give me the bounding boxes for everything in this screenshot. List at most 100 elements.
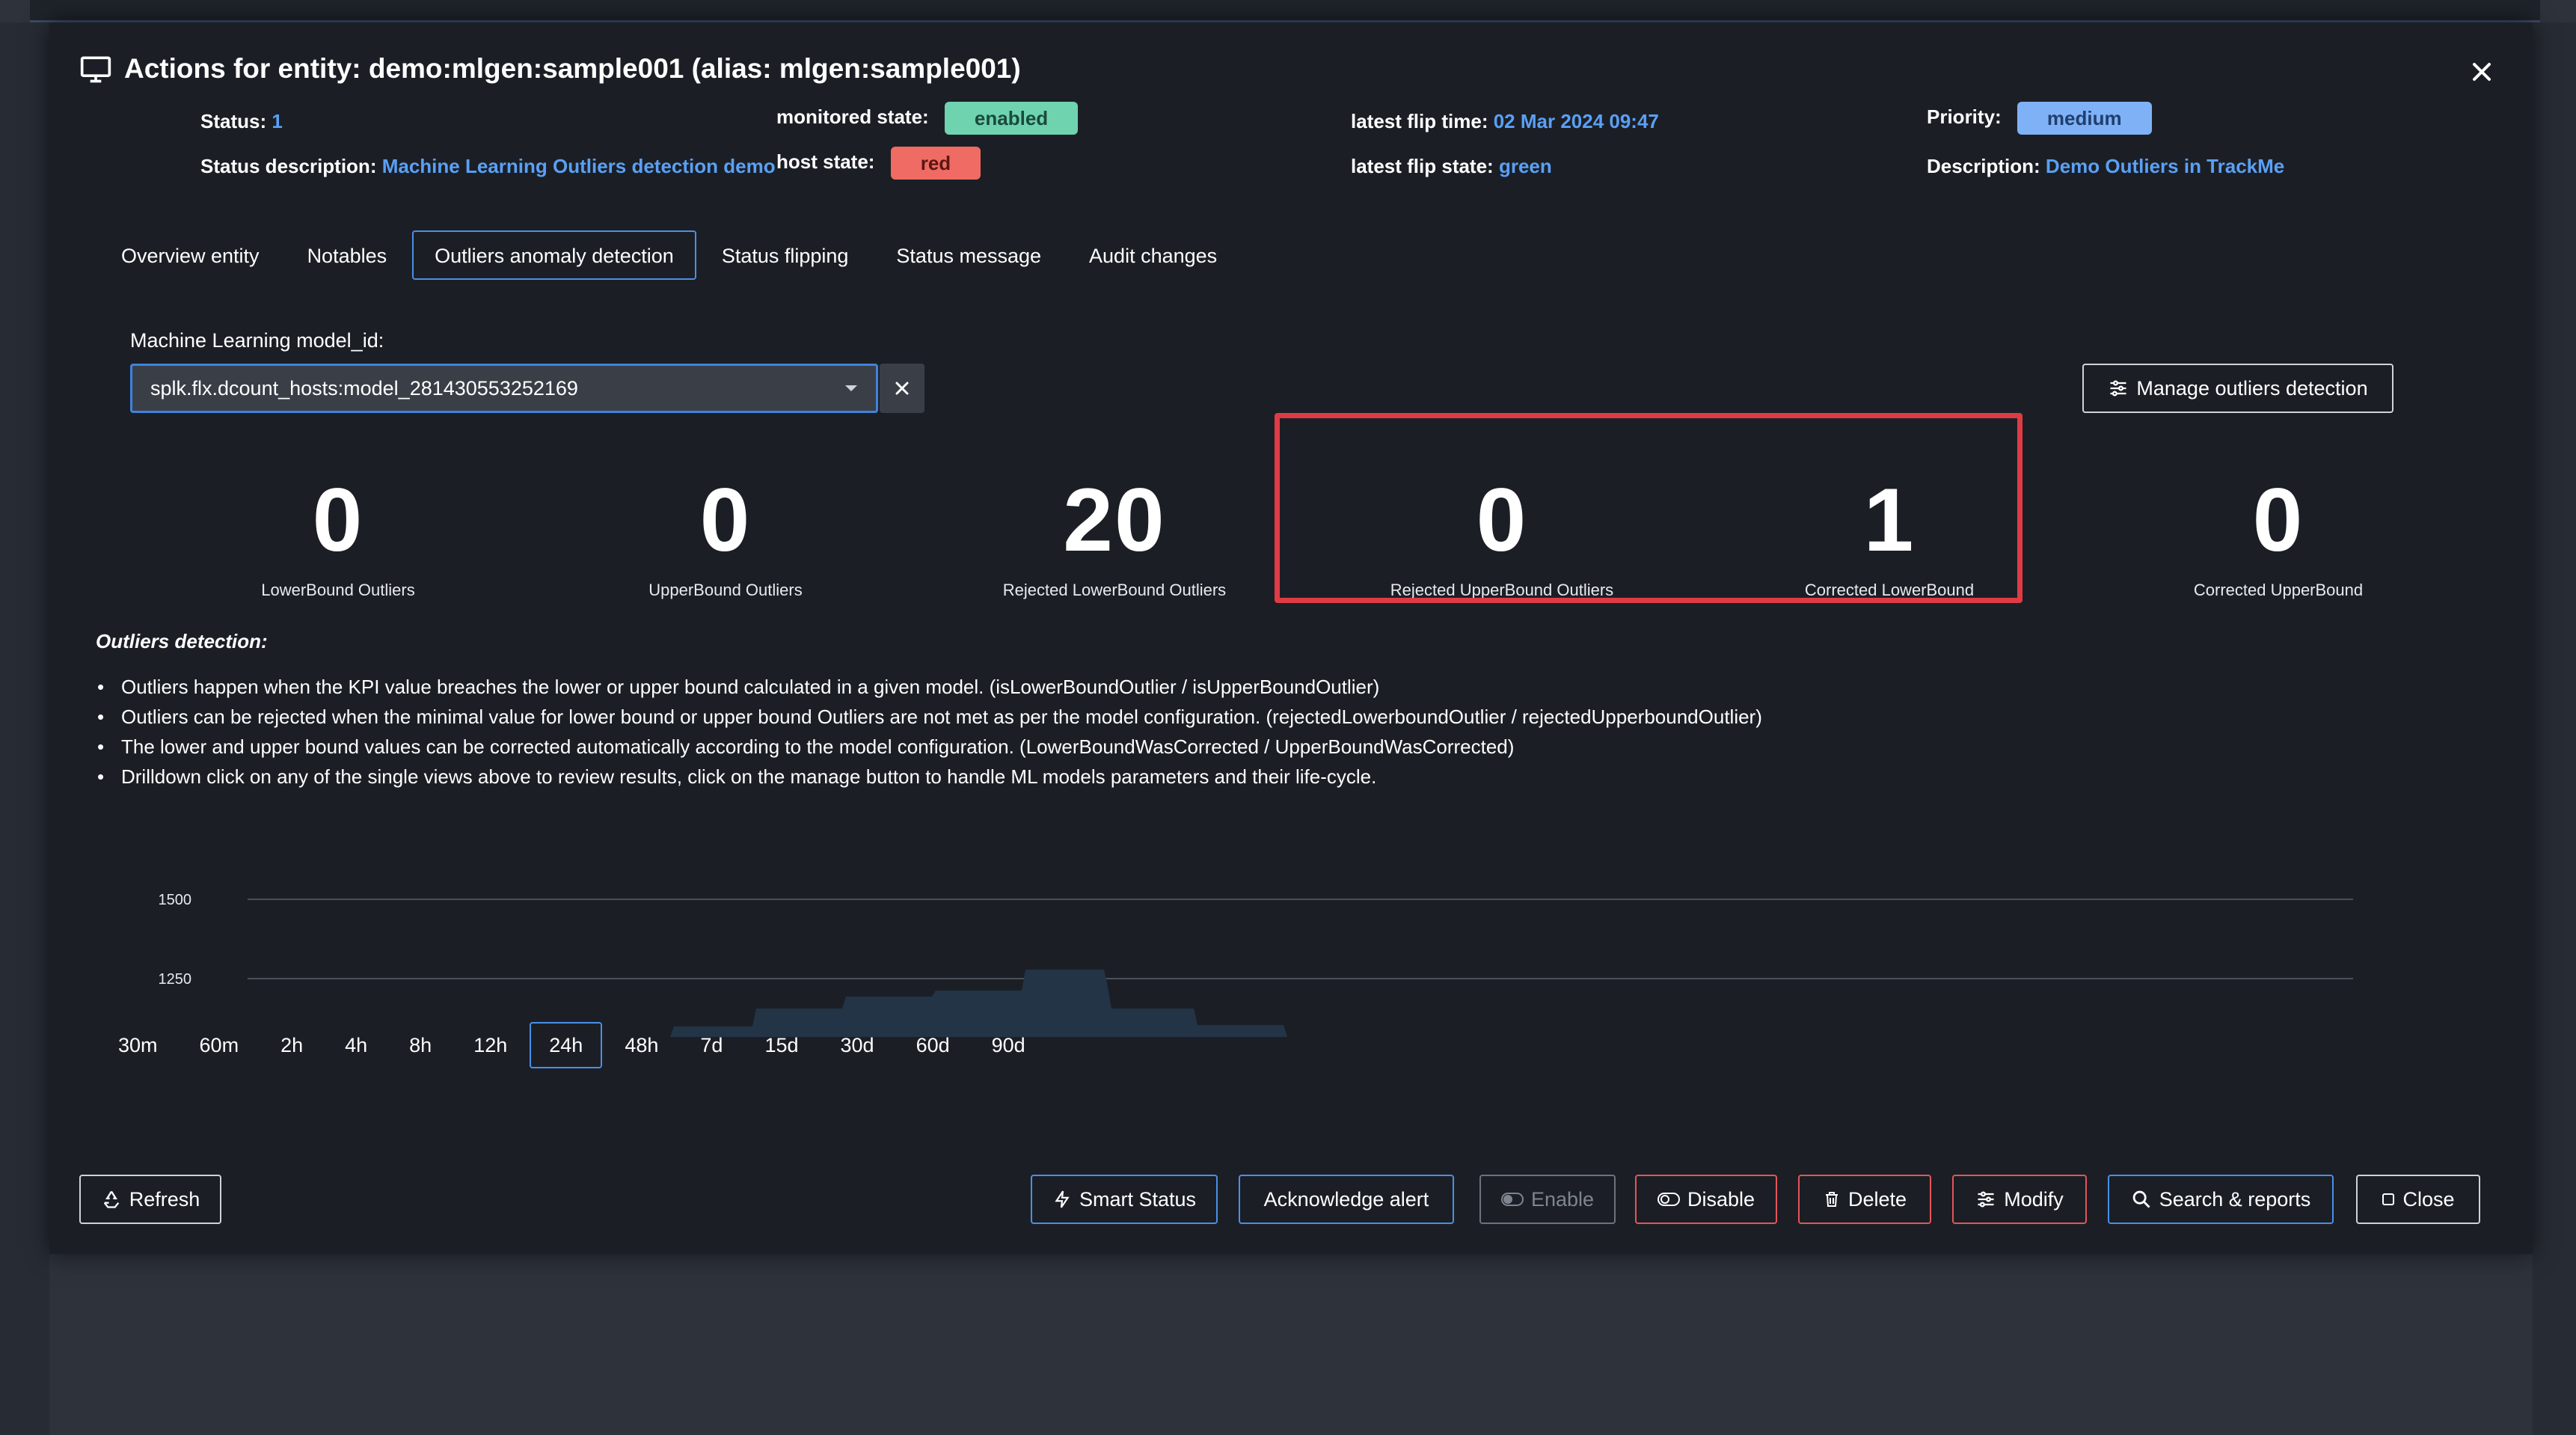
latest-flip-state-field: latest flip state: green [1351, 151, 1552, 181]
y-tick-label: 1500 [159, 892, 192, 908]
highlight-annotation-box [1275, 413, 2023, 603]
sliders-icon [1978, 1191, 1994, 1208]
status-label: Status: [200, 110, 267, 132]
backdrop-header [30, 0, 2540, 22]
latest-flip-state-value: green [1498, 155, 1552, 177]
single-value: 0 [2252, 470, 2304, 570]
tab-notables[interactable]: Notables [285, 230, 410, 280]
range-15d[interactable]: 15d [745, 1022, 818, 1068]
latest-flip-time-value: 02 Mar 2024 09:47 [1493, 110, 1659, 132]
manage-outliers-detection-button[interactable]: Manage outliers detection [2082, 364, 2393, 413]
caret-down-icon [845, 385, 857, 391]
modify-button[interactable]: Modify [1952, 1175, 2087, 1224]
tab-bar: Overview entity Notables Outliers anomal… [99, 230, 1242, 280]
monitored-state-field: monitored state: enabled [776, 102, 1079, 135]
list-item: The lower and upper bound values can be … [96, 732, 1762, 762]
monitored-state-label: monitored state: [776, 105, 929, 128]
modal-header: Actions for entity: demo:mlgen:sample001… [79, 52, 1021, 85]
disable-button[interactable]: Disable [1635, 1175, 1777, 1224]
tab-overview-entity[interactable]: Overview entity [99, 230, 282, 280]
trash-icon [1825, 1192, 1838, 1207]
clear-selection-icon[interactable] [880, 364, 924, 413]
single-value: 0 [699, 470, 752, 570]
latest-flip-state-label: latest flip state: [1351, 155, 1494, 177]
range-60d[interactable]: 60d [897, 1022, 969, 1068]
lightning-icon [1055, 1190, 1070, 1208]
time-range-selector: 30m 60m 2h 4h 8h 12h 24h 48h 7d 15d 30d … [99, 1022, 1048, 1068]
close-label: Close [2402, 1187, 2455, 1211]
kpi-timechart[interactable]: 1500 1250 [147, 868, 2361, 1047]
search-reports-button[interactable]: Search & reports [2108, 1175, 2334, 1224]
modal-title: Actions for entity: demo:mlgen:sample001… [124, 53, 1021, 84]
close-icon[interactable] [2467, 57, 2497, 87]
tab-audit-changes[interactable]: Audit changes [1067, 230, 1239, 280]
backdrop-left [0, 22, 49, 1435]
single-corrected-upperbound[interactable]: 0 Corrected UpperBound [2084, 464, 2473, 600]
delete-button[interactable]: Delete [1798, 1175, 1931, 1224]
toggle-off-icon [1657, 1193, 1680, 1206]
single-rejected-lowerbound-outliers[interactable]: 20 Rejected LowerBound Outliers [920, 464, 1309, 600]
enable-button[interactable]: Enable [1479, 1175, 1616, 1224]
search-icon [2132, 1190, 2150, 1208]
list-item: Outliers happen when the KPI value breac… [96, 672, 1762, 702]
single-label: Rejected LowerBound Outliers [1002, 581, 1227, 599]
manage-outliers-detection-label: Manage outliers detection [2136, 376, 2368, 400]
square-icon [2382, 1193, 2395, 1205]
search-reports-label: Search & reports [2159, 1187, 2311, 1211]
toggle-icon [1500, 1193, 1524, 1206]
sliders-icon [2110, 380, 2126, 397]
host-state-badge: red [890, 147, 981, 180]
list-item: Drilldown click on any of the single vie… [96, 762, 1762, 792]
tab-status-message[interactable]: Status message [874, 230, 1064, 280]
model-id-select[interactable]: splk.flx.dcount_hosts:model_281430553252… [130, 364, 878, 413]
single-upperbound-outliers[interactable]: 0 UpperBound Outliers [531, 464, 920, 600]
single-value: 20 [1063, 470, 1166, 570]
refresh-button[interactable]: Refresh [79, 1175, 221, 1224]
host-state-label: host state: [776, 150, 875, 173]
status-description-value[interactable]: Machine Learning Outliers detection demo [382, 155, 776, 177]
enable-label: Enable [1530, 1187, 1595, 1211]
range-8h[interactable]: 8h [390, 1022, 451, 1068]
range-4h[interactable]: 4h [325, 1022, 387, 1068]
acknowledge-alert-label: Acknowledge alert [1263, 1187, 1429, 1211]
smart-status-button[interactable]: Smart Status [1031, 1175, 1218, 1224]
acknowledge-alert-button[interactable]: Acknowledge alert [1239, 1175, 1454, 1224]
model-id-selected-value: splk.flx.dcount_hosts:model_281430553252… [150, 376, 578, 400]
backdrop-right [2533, 22, 2576, 1435]
single-value: 0 [312, 470, 364, 570]
description-label: Description: [1927, 155, 2040, 177]
tab-status-flipping[interactable]: Status flipping [699, 230, 871, 280]
status-field: Status: 1 [200, 106, 283, 136]
single-label: LowerBound Outliers [261, 581, 415, 599]
delete-label: Delete [1847, 1187, 1907, 1211]
range-60m[interactable]: 60m [180, 1022, 259, 1068]
range-24h[interactable]: 24h [530, 1022, 603, 1068]
single-label: UpperBound Outliers [648, 581, 803, 599]
range-30m[interactable]: 30m [99, 1022, 177, 1068]
range-90d[interactable]: 90d [972, 1022, 1045, 1068]
refresh-label: Refresh [129, 1187, 200, 1211]
priority-label: Priority: [1927, 105, 2002, 128]
range-12h[interactable]: 12h [454, 1022, 527, 1068]
outliers-detection-title: Outliers detection: [96, 630, 268, 652]
host-state-field: host state: red [776, 147, 981, 180]
single-lowerbound-outliers[interactable]: 0 LowerBound Outliers [144, 464, 533, 600]
entity-actions-modal: Actions for entity: demo:mlgen:sample001… [49, 22, 2533, 1254]
range-48h[interactable]: 48h [605, 1022, 678, 1068]
monitored-state-badge: enabled [944, 102, 1079, 135]
latest-flip-time-label: latest flip time: [1351, 110, 1488, 132]
smart-status-label: Smart Status [1079, 1187, 1197, 1211]
priority-field: Priority: medium [1927, 102, 2152, 135]
close-button[interactable]: Close [2356, 1175, 2480, 1224]
modify-label: Modify [2004, 1187, 2064, 1211]
range-30d[interactable]: 30d [821, 1022, 894, 1068]
monitor-icon [80, 56, 111, 83]
disable-label: Disable [1687, 1187, 1755, 1211]
status-value: 1 [272, 110, 283, 132]
range-2h[interactable]: 2h [261, 1022, 322, 1068]
outliers-detection-list: Outliers happen when the KPI value breac… [96, 672, 1762, 792]
tab-outliers-anomaly-detection[interactable]: Outliers anomaly detection [412, 230, 696, 280]
list-item: Outliers can be rejected when the minima… [96, 702, 1762, 732]
latest-flip-time-field: latest flip time: 02 Mar 2024 09:47 [1351, 106, 1659, 136]
range-7d[interactable]: 7d [681, 1022, 742, 1068]
